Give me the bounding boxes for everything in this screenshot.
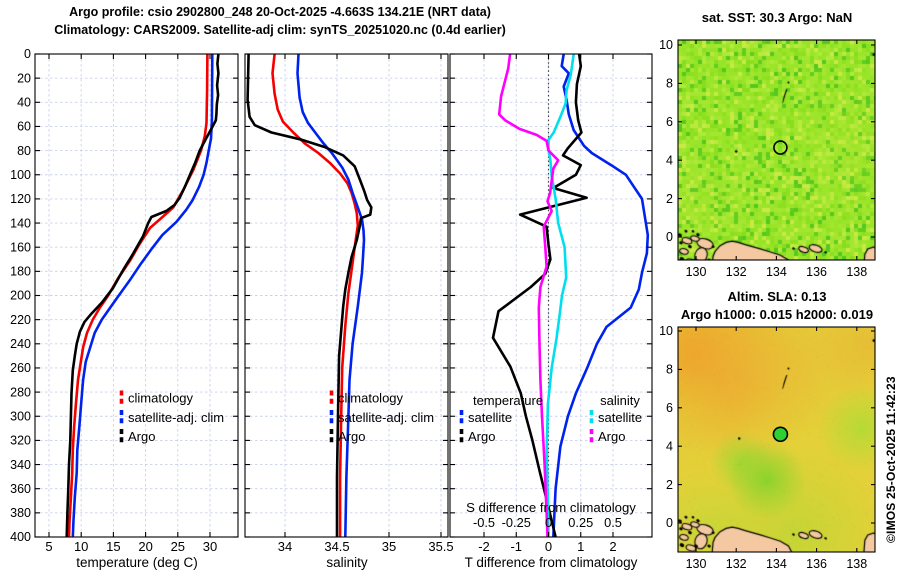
lat-tick-label: 6 [666, 115, 673, 129]
depth-tick-label: 320 [10, 434, 31, 448]
lat-tick-label: 0 [666, 516, 673, 530]
lon-tick-label: 138 [846, 265, 867, 279]
depth-tick-label: 360 [10, 482, 31, 496]
temperature-profile-panel [34, 53, 239, 538]
lat-tick-label: 2 [666, 478, 673, 492]
temperature-axis-label: temperature (deg C) [76, 555, 198, 570]
lon-tick-label: 138 [846, 557, 867, 571]
figure-title: Argo profile: csio 2902800_248 20-Oct-20… [69, 5, 491, 19]
legend-label: satellite [468, 410, 512, 425]
depth-tick-label: 40 [17, 96, 31, 110]
depth-tick-label: 60 [17, 120, 31, 134]
legend-label: Argo [468, 429, 495, 444]
legend-label: satellite [598, 410, 642, 425]
depth-tick-label: 340 [10, 458, 31, 472]
salinity-profile-panel [244, 53, 449, 538]
x-tick-label: 35 [382, 539, 396, 554]
legend-label: climatology [338, 391, 404, 406]
sla-map-title: Altim. SLA: 0.13 [727, 289, 827, 304]
lat-tick-label: 2 [666, 192, 673, 206]
map-box [677, 39, 876, 261]
depth-tick-label: 20 [17, 71, 31, 85]
sst-map-axes [677, 39, 876, 261]
depth-tick-label: 260 [10, 361, 31, 375]
depth-tick-label: 200 [10, 289, 31, 303]
x-tick-label: -2 [478, 539, 490, 554]
x-tick-label: 2 [609, 539, 616, 554]
legend-label: Argo [128, 429, 155, 444]
t-difference-axis-label: T difference from climatology [464, 555, 638, 570]
argo-float-marker [773, 140, 788, 155]
lon-tick-label: 132 [726, 557, 747, 571]
x-tick-label: 0 [545, 539, 552, 554]
x-tick-label: 15 [106, 539, 120, 554]
lat-tick-label: 0 [666, 230, 673, 244]
s-axis-tick-label: 0 [545, 515, 552, 530]
lon-tick-label: 134 [766, 265, 787, 279]
lat-tick-label: 4 [666, 153, 673, 167]
depth-tick-label: 400 [10, 530, 31, 544]
lat-tick-label: 4 [666, 439, 673, 453]
lat-tick-label: 10 [659, 38, 673, 52]
legend-label: Argo [598, 429, 625, 444]
lon-tick-label: 136 [806, 557, 827, 571]
imos-watermark: ©IMOS 25-Oct-2025 11:42:23 [884, 376, 898, 543]
depth-tick-label: 300 [10, 409, 31, 423]
depth-tick-label: 240 [10, 337, 31, 351]
lon-tick-label: 132 [726, 265, 747, 279]
sst-map-title: sat. SST: 30.3 Argo: NaN [701, 10, 853, 25]
x-tick-label: -1 [510, 539, 522, 554]
depth-tick-label: 120 [10, 192, 31, 206]
s-difference-axis-label: S difference from climatology [466, 500, 636, 515]
sla-map-subtitle: Argo h1000: 0.015 h2000: 0.019 [680, 307, 874, 322]
x-tick-label: 35.5 [428, 539, 453, 554]
x-tick-label: 34 [278, 539, 292, 554]
salinity-axis-label: salinity [326, 555, 368, 570]
depth-tick-label: 280 [10, 385, 31, 399]
s-axis-tick-label: 0.25 [568, 515, 593, 530]
legend-label: satellite-adj. clim [128, 410, 224, 425]
legend-label: climatology [128, 391, 194, 406]
x-tick-label: 34.5 [324, 539, 349, 554]
lat-tick-label: 8 [666, 77, 673, 91]
s-axis-tick-label: -0.25 [502, 515, 531, 530]
difference-profile-series-sal_argo [497, 54, 560, 537]
sla-map-axes [677, 326, 876, 553]
x-tick-label: 5 [45, 539, 52, 554]
argo-profile-figure: 5 10 15 20 25 30 0 20 40 60 80 100 120 140 160 180 200 22… [0, 0, 900, 580]
depth-tick-label: 220 [10, 313, 31, 327]
s-axis-tick-label: 0.5 [604, 515, 622, 530]
depth-tick-label: 0 [24, 47, 31, 61]
difference-profile-panel [449, 53, 653, 538]
legend-group-header: temperature [473, 393, 543, 408]
lat-tick-label: 6 [666, 401, 673, 415]
lon-tick-label: 130 [686, 265, 707, 279]
x-tick-label: 20 [138, 539, 152, 554]
lat-tick-label: 10 [659, 324, 673, 338]
x-tick-label: 10 [74, 539, 88, 554]
lat-tick-label: 8 [666, 363, 673, 377]
depth-tick-label: 160 [10, 240, 31, 254]
depth-tick-label: 140 [10, 216, 31, 230]
depth-tick-label: 100 [10, 168, 31, 182]
lon-tick-label: 136 [806, 265, 827, 279]
figure-subtitle: Climatology: CARS2009. Satellite-adj cli… [54, 23, 506, 37]
x-tick-label: 1 [577, 539, 584, 554]
x-tick-label: 30 [203, 539, 217, 554]
argo-float-marker [772, 426, 789, 443]
legend-label: satellite-adj. clim [338, 410, 434, 425]
lon-tick-label: 130 [686, 557, 707, 571]
depth-tick-label: 180 [10, 265, 31, 279]
lon-tick-label: 134 [766, 557, 787, 571]
legend-label: Argo [338, 429, 365, 444]
x-tick-label: 25 [171, 539, 185, 554]
depth-tick-label: 80 [17, 144, 31, 158]
legend-group-header: salinity [600, 393, 640, 408]
s-axis-tick-label: -0.5 [473, 515, 495, 530]
depth-tick-label: 380 [10, 506, 31, 520]
